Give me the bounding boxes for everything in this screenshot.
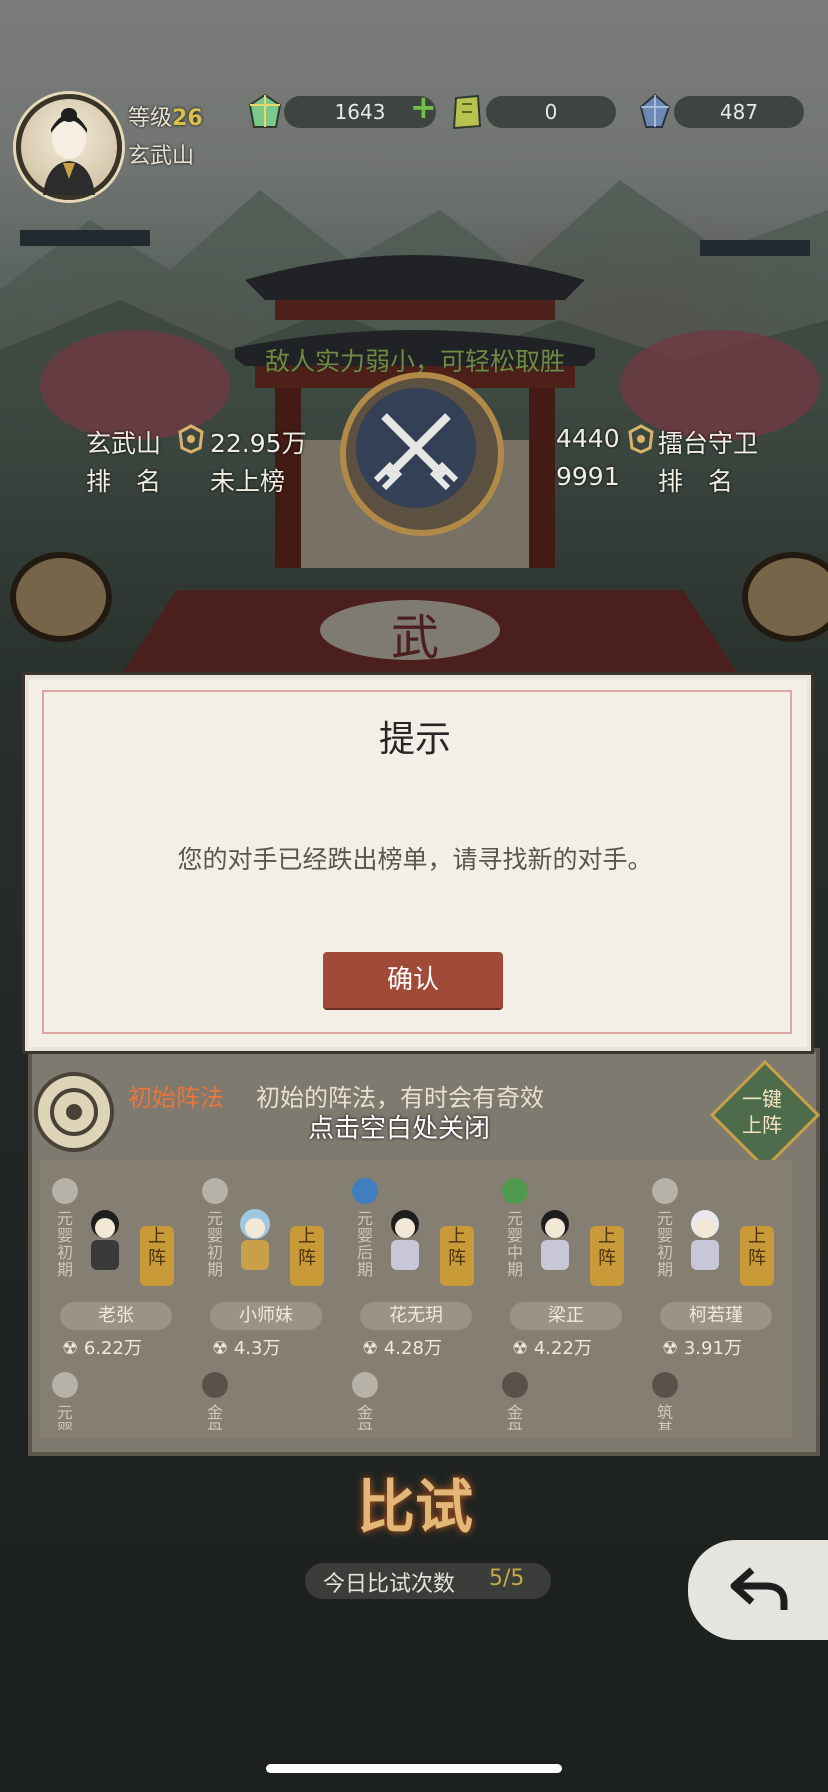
dialog-title: 提示 bbox=[378, 719, 451, 760]
hero-name: 小师妹 bbox=[210, 1302, 322, 1330]
element-wind-icon bbox=[202, 1178, 228, 1204]
battle-crest-inner bbox=[356, 388, 476, 508]
hero-power: ☢ 4.22万 bbox=[512, 1338, 592, 1359]
dismiss-hint: 点击空白处关闭 bbox=[308, 1114, 491, 1144]
hero-sprite bbox=[691, 1210, 719, 1270]
back-button[interactable] bbox=[688, 1540, 828, 1640]
deploy-tag[interactable]: 上阵 bbox=[590, 1226, 624, 1286]
deploy-tag[interactable]: 上阵 bbox=[290, 1226, 324, 1286]
formation-name: 初始阵法 bbox=[128, 1084, 224, 1112]
deploy-tag[interactable]: 上阵 bbox=[140, 1226, 174, 1286]
element-earth-icon bbox=[652, 1372, 678, 1398]
deploy-tag[interactable]: 上阵 bbox=[440, 1226, 474, 1286]
enemy-name: 擂台守卫 bbox=[658, 429, 759, 458]
dialog-message: 您的对手已经跌出榜单，请寻找新的对手。 bbox=[177, 845, 653, 874]
hero-sprite bbox=[240, 1209, 270, 1270]
player-rank-value: 未上榜 bbox=[210, 467, 286, 496]
element-wood-icon bbox=[502, 1178, 528, 1204]
hero-power: ☢ 4.28万 bbox=[362, 1338, 442, 1359]
player-battle-name: 玄武山 bbox=[86, 429, 162, 458]
level-value: 26 bbox=[172, 106, 203, 131]
hero-realm: 元婴后期 bbox=[356, 1209, 373, 1279]
fight-count-label: 今日比试次数 bbox=[323, 1572, 456, 1597]
enemy-power: 4440 bbox=[556, 424, 620, 453]
auto-deploy-label: 一键上阵 bbox=[742, 1087, 782, 1137]
element-wind-icon bbox=[52, 1372, 78, 1398]
fight-count-bar: 今日比试次数 5/5 bbox=[305, 1563, 551, 1599]
jade-icon bbox=[248, 93, 282, 128]
hero-realm: 金丹 bbox=[356, 1403, 373, 1430]
enemy-rank-value: 9991 bbox=[556, 462, 620, 491]
fight-count-value: 5/5 bbox=[489, 1566, 525, 1591]
hero-realm: 筑基 bbox=[656, 1403, 673, 1430]
hero-card[interactable]: 元婴 bbox=[52, 1372, 78, 1430]
avatar-portrait-icon bbox=[43, 108, 95, 195]
hero-card[interactable]: 金丹 bbox=[202, 1372, 228, 1430]
hero-card[interactable]: 元婴后期 上阵 花无玥 ☢ 4.28万 bbox=[348, 1176, 488, 1366]
level-indicator: 等级26 bbox=[128, 100, 203, 132]
hero-power: ☢ 6.22万 bbox=[62, 1338, 142, 1359]
home-indicator[interactable] bbox=[266, 1764, 562, 1773]
hero-card[interactable]: 元婴初期 上阵 小师妹 ☢ 4.3万 bbox=[198, 1176, 338, 1366]
hero-card[interactable]: 元婴中期 上阵 梁正 ☢ 4.22万 bbox=[498, 1176, 638, 1366]
hero-realm: 元婴 bbox=[56, 1403, 73, 1430]
hero-realm: 元婴初期 bbox=[56, 1209, 73, 1279]
player-name: 玄武山 bbox=[128, 144, 195, 169]
enemy-rank-label: 排 名 bbox=[658, 467, 734, 496]
hero-card[interactable]: 元婴初期 上阵 老张 ☢ 6.22万 bbox=[48, 1176, 188, 1366]
back-arrow-icon bbox=[730, 1567, 788, 1610]
hero-name: 老张 bbox=[60, 1302, 172, 1330]
element-water-icon bbox=[352, 1178, 378, 1204]
hero-card-row-2: 元婴 金丹 金丹 金丹 筑基 bbox=[48, 1368, 800, 1430]
element-earth-icon bbox=[202, 1372, 228, 1398]
element-earth-icon bbox=[502, 1372, 528, 1398]
element-wind-icon bbox=[352, 1372, 378, 1398]
hero-realm: 元婴中期 bbox=[506, 1209, 523, 1279]
hero-realm: 元婴初期 bbox=[656, 1209, 673, 1279]
element-wind-icon bbox=[52, 1178, 78, 1204]
hero-card[interactable]: 金丹 bbox=[352, 1372, 378, 1430]
hero-realm: 元婴初期 bbox=[206, 1209, 223, 1279]
player-power: 22.95万 bbox=[210, 429, 307, 458]
hero-realm: 金丹 bbox=[206, 1403, 223, 1430]
token-icon bbox=[452, 94, 482, 130]
hero-card[interactable]: 元婴初期 上阵 柯若瑾 ☢ 3.91万 bbox=[648, 1176, 788, 1366]
hero-power-value: 4.22万 bbox=[533, 1338, 592, 1359]
add-jade-button[interactable]: + bbox=[410, 91, 437, 123]
hero-sprite bbox=[91, 1210, 119, 1270]
fight-button[interactable]: 比试 bbox=[330, 1460, 500, 1550]
hero-sprite bbox=[541, 1210, 569, 1270]
hero-name: 花无玥 bbox=[360, 1302, 472, 1330]
hero-power: ☢ 3.91万 bbox=[662, 1338, 742, 1359]
formation-emblem-icon bbox=[34, 1072, 114, 1152]
hero-power-value: 4.28万 bbox=[383, 1338, 442, 1359]
element-wind-icon bbox=[652, 1178, 678, 1204]
hero-card[interactable]: 筑基 bbox=[652, 1372, 678, 1430]
crystal-icon bbox=[639, 93, 671, 128]
crossed-swords-icon bbox=[373, 413, 459, 491]
hero-power: ☢ 4.3万 bbox=[212, 1338, 281, 1359]
hero-name: 梁正 bbox=[510, 1302, 622, 1330]
hero-realm: 金丹 bbox=[506, 1403, 523, 1430]
hero-power-value: 6.22万 bbox=[83, 1338, 142, 1359]
hero-name: 柯若瑾 bbox=[660, 1302, 772, 1330]
player-avatar[interactable] bbox=[16, 94, 122, 200]
hero-card[interactable]: 金丹 bbox=[502, 1372, 528, 1430]
level-label: 等级 bbox=[128, 106, 173, 131]
power-icon bbox=[628, 424, 654, 454]
hero-power-value: 3.91万 bbox=[683, 1338, 742, 1359]
token-amount: 0 bbox=[486, 96, 616, 128]
player-rank-label: 排 名 bbox=[86, 467, 162, 496]
hero-sprite bbox=[391, 1210, 419, 1270]
confirm-button[interactable]: 确认 bbox=[323, 952, 503, 1008]
hero-power-value: 4.3万 bbox=[233, 1338, 281, 1359]
power-icon bbox=[178, 424, 204, 454]
crystal-amount: 487 bbox=[674, 96, 804, 128]
deploy-tag[interactable]: 上阵 bbox=[740, 1226, 774, 1286]
